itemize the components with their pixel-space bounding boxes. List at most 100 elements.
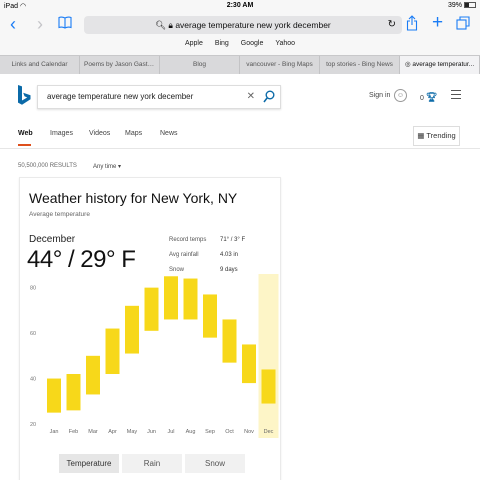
browser-tab[interactable]: vancouver - Bing Maps: [240, 56, 320, 74]
temp-range-bar: [125, 305, 139, 354]
browser-tab[interactable]: top stories - Bing News: [320, 56, 400, 74]
temp-range-bar: [86, 355, 100, 395]
menu-icon[interactable]: [451, 90, 461, 102]
temp-range-bar: [164, 276, 178, 320]
temp-range-bar: [66, 374, 81, 411]
trending-label: Trending: [426, 131, 456, 140]
stat-label: Record temps: [169, 237, 207, 243]
trending-button[interactable]: ▦ Trending: [413, 126, 460, 146]
stat-label: Snow: [169, 267, 185, 273]
y-tick-label: 80: [30, 286, 36, 292]
stat-value: 71° / 3° F: [220, 237, 246, 243]
x-tick-label: Apr: [108, 429, 117, 435]
browser-tab[interactable]: Links and Calendar: [0, 56, 80, 74]
reload-icon[interactable]: ↻: [388, 16, 396, 34]
tabs-overview-icon[interactable]: [456, 16, 470, 30]
search-icon[interactable]: [263, 90, 275, 104]
search-query: average temperature new york december: [47, 92, 194, 101]
share-icon[interactable]: [406, 15, 418, 31]
address-bar[interactable]: 🔍︎ 🔒︎ average temperature new york decem…: [84, 16, 402, 34]
temp-range-bar: [144, 287, 159, 331]
stat-row: Avg rainfall 4.03 in: [169, 248, 269, 263]
x-tick-label: May: [127, 429, 138, 435]
browser-tab-label: average temperatur...: [412, 61, 475, 68]
active-tab-indicator: [18, 144, 31, 146]
weather-card: Weather history for New York, NY Average…: [19, 177, 281, 480]
y-tick-label: 60: [30, 331, 36, 337]
favorite-yahoo[interactable]: Yahoo: [275, 40, 295, 47]
temp-range-bar: [105, 328, 120, 374]
temp-range-bar: [183, 278, 198, 320]
temp-range-bar: [222, 319, 237, 363]
favorite-apple[interactable]: Apple: [185, 40, 203, 47]
back-icon[interactable]: ‹: [10, 15, 16, 33]
x-tick-label: Aug: [186, 429, 196, 435]
weather-subtitle: Average temperature: [29, 211, 90, 218]
weather-month: December: [29, 234, 76, 245]
temp-range-bar: [242, 344, 256, 384]
bing-logo-icon[interactable]: [17, 85, 31, 107]
rewards-button[interactable]: 0 🏆︎: [420, 92, 437, 103]
browser-tab[interactable]: Poems by Jason Gastri...: [80, 56, 160, 74]
temp-range-bar: [261, 369, 276, 404]
x-tick-label: Nov: [244, 429, 254, 435]
magnifier-icon: 🔍︎: [155, 20, 167, 30]
bookmarks-icon[interactable]: [58, 16, 72, 29]
tab-web[interactable]: Web: [18, 130, 33, 137]
tab-news[interactable]: News: [160, 130, 178, 137]
rewards-count: 0: [420, 95, 424, 102]
weather-title[interactable]: Weather history for New York, NY: [29, 190, 237, 206]
tab-images[interactable]: Images: [50, 130, 73, 137]
avatar-icon[interactable]: ☺: [394, 89, 407, 102]
tab-maps[interactable]: Maps: [125, 130, 142, 137]
search-input[interactable]: average temperature new york december ✕: [37, 85, 281, 109]
time-filter-label: Any time: [93, 164, 117, 170]
x-tick-label: Jun: [147, 429, 156, 435]
browser-toolbar: ‹ › 🔍︎ 🔒︎ average temperature new york d…: [0, 13, 480, 55]
weather-stats: Record temps 71° / 3° F Avg rainfall 4.03 …: [169, 233, 269, 278]
temp-range-bar: [203, 294, 217, 338]
rewards-icon: 🏆︎: [425, 92, 438, 102]
y-tick-label: 40: [30, 377, 36, 383]
divider: [0, 148, 480, 149]
battery-icon: [464, 2, 476, 8]
new-tab-icon[interactable]: +: [432, 13, 443, 32]
tab-videos[interactable]: Videos: [89, 130, 110, 137]
temp-range-bar: [47, 378, 61, 413]
results-count: 50,500,000 RESULTS: [18, 163, 77, 169]
browser-tab-strip: Links and Calendar Poems by Jason Gastri…: [0, 55, 480, 74]
temperature-chart: 20 40 60 80 Jan Feb Mar Apr May Jun Jul Aug Sep Oct No…: [30, 274, 279, 438]
forward-icon[interactable]: ›: [37, 15, 43, 33]
favorite-bing[interactable]: Bing: [215, 40, 229, 47]
x-tick-label: Feb: [69, 429, 78, 435]
browser-tab[interactable]: Blog: [160, 56, 240, 74]
weather-tabs: Temperature Rain Snow: [59, 454, 245, 473]
grid-icon: ▦: [417, 131, 425, 140]
weather-tab-rain[interactable]: Rain: [122, 454, 182, 473]
x-tick-label: Jul: [167, 429, 174, 435]
favorites-bar: Apple Bing Google Yahoo: [0, 40, 480, 47]
x-tick-label: Oct: [225, 429, 234, 435]
stat-value: 4.03 in: [220, 252, 239, 258]
browser-tab-active[interactable]: ◎ average temperatur...: [400, 56, 480, 74]
weather-tab-snow[interactable]: Snow: [185, 454, 245, 473]
highlight-column: [258, 274, 279, 438]
status-bar: iPad ◠ 2:30 AM 39%: [0, 0, 480, 13]
stat-label: Avg rainfall: [169, 252, 199, 258]
x-tick-label: Jan: [50, 429, 59, 435]
weather-temperature: 44° / 29° F: [27, 246, 136, 273]
y-tick-label: 20: [30, 422, 36, 428]
clear-icon[interactable]: ✕: [247, 86, 255, 108]
time-filter[interactable]: Any time ▾: [93, 163, 121, 170]
favorite-google[interactable]: Google: [241, 40, 264, 47]
x-tick-label: Sep: [205, 429, 215, 435]
chevron-down-icon: ▾: [118, 164, 122, 170]
battery-indicator: 39%: [448, 2, 476, 9]
clock: 2:30 AM: [226, 2, 254, 9]
x-tick-label: Dec: [264, 429, 274, 435]
weather-tab-temperature[interactable]: Temperature: [59, 454, 119, 473]
sign-in-link[interactable]: Sign in: [369, 92, 390, 99]
stat-row: Record temps 71° / 3° F: [169, 233, 269, 248]
url-text: average temperature new york december: [175, 20, 331, 30]
globe-icon: ◎: [404, 61, 411, 68]
